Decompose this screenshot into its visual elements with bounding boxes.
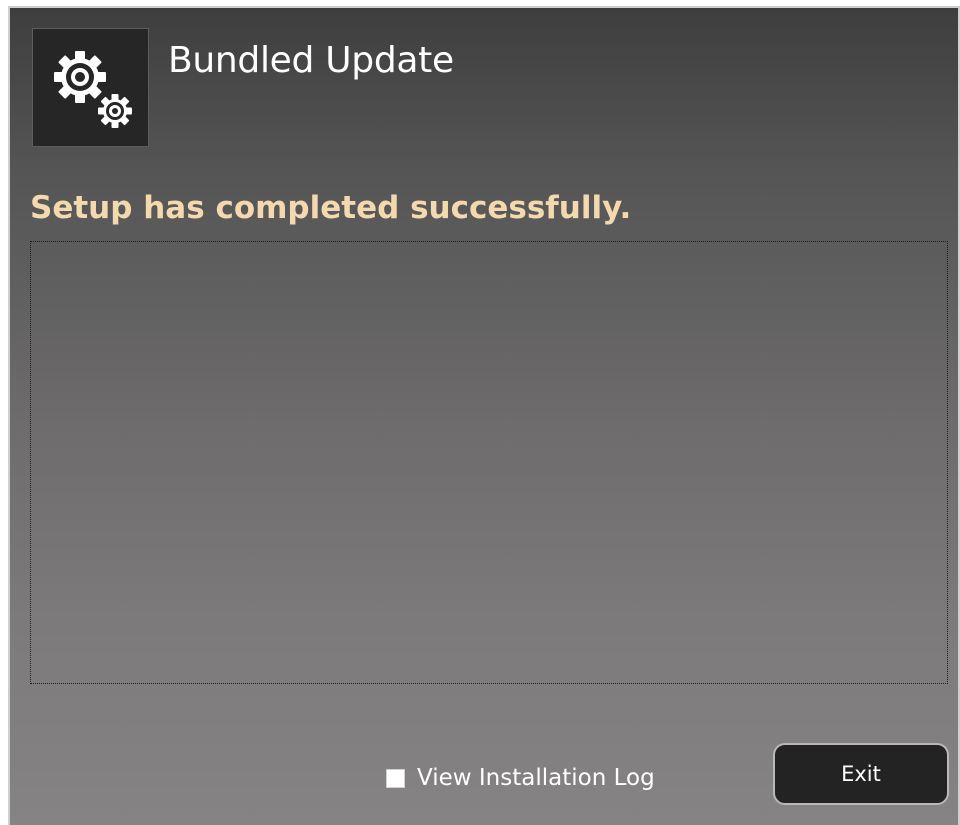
details-panel	[30, 241, 948, 684]
view-log-checkbox[interactable]	[386, 768, 405, 788]
window-title: Bundled Update	[168, 40, 454, 81]
view-log-option[interactable]: View Installation Log	[386, 765, 655, 791]
view-log-label[interactable]: View Installation Log	[417, 765, 655, 791]
app-icon-tile	[32, 28, 149, 147]
exit-button[interactable]: Exit	[773, 743, 949, 805]
installer-window: Bundled Update Setup has completed succe…	[8, 6, 960, 825]
status-message: Setup has completed successfully.	[30, 190, 632, 226]
